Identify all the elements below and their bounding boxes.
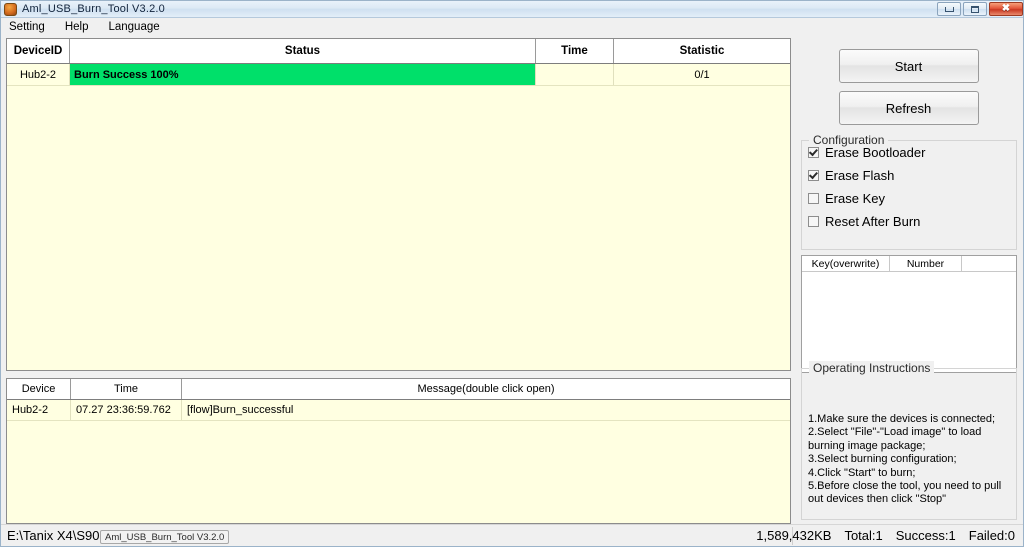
message-table-empty-area [7,421,790,523]
label-reset-after-burn: Reset After Burn [825,214,921,229]
table-row[interactable]: Hub2-2 07.27 23:36:59.762 [flow]Burn_suc… [7,400,790,421]
status-success: Success:1 [895,528,956,543]
label-erase-flash: Erase Flash [825,168,895,183]
application-window: Aml_USB_Burn_Tool V3.2.0 ✖ Setting Help … [0,0,1024,547]
column-header-status[interactable]: Status [70,39,536,63]
refresh-button[interactable]: Refresh [838,91,979,125]
table-row[interactable]: Hub2-2 Burn Success 100% 0/1 [7,64,790,86]
operating-instructions-title: Operating Instructions [809,361,935,375]
checkbox-row-reset-after-burn[interactable]: Reset After Burn [808,210,1016,233]
device-table-header: DeviceID Status Time Statistic [7,39,790,64]
key-table[interactable]: Key(overwrite) Number [801,255,1017,373]
app-icon [4,2,17,16]
cell-device-id: Hub2-2 [7,64,70,85]
operating-instructions-body: 1.Make sure the devices is connected; 2.… [808,413,1002,506]
message-table-header: Device Time Message(double click open) [7,379,790,400]
right-panel: Start Refresh Configuration Erase Bootlo… [796,38,1021,524]
device-table-empty-area [7,86,790,370]
status-image-size: 1,589,432KB [756,528,832,543]
title-bar: Aml_USB_Burn_Tool V3.2.0 ✖ [1,1,1023,18]
column-header-blank[interactable] [962,256,1016,271]
window-title: Aml_USB_Burn_Tool V3.2.0 [22,3,165,15]
status-failed: Failed:0 [968,528,1015,543]
key-table-header: Key(overwrite) Number [802,256,1016,272]
column-header-statistic[interactable]: Statistic [614,39,790,63]
label-erase-key: Erase Key [825,191,885,206]
column-header-key[interactable]: Key(overwrite) [802,256,890,271]
checkbox-reset-after-burn[interactable] [808,216,819,227]
cell-log-time: 07.27 23:36:59.762 [71,400,182,420]
cell-statistic: 0/1 [694,68,710,81]
cell-status-progress: Burn Success 100% [70,64,536,85]
configuration-group: Configuration Erase Bootloader Erase Fla… [801,133,1017,250]
checkbox-erase-bootloader[interactable] [808,147,819,158]
column-header-number[interactable]: Number [890,256,962,271]
column-header-log-time[interactable]: Time [71,379,182,399]
checkbox-erase-flash[interactable] [808,170,819,181]
maximize-button[interactable] [963,2,987,16]
configuration-title: Configuration [809,133,889,147]
label-erase-bootloader: Erase Bootloader [825,145,926,160]
menu-item-help[interactable]: Help [63,20,98,34]
cell-log-message: [flow]Burn_successful [187,404,294,416]
taskbar-tooltip: Aml_USB_Burn_Tool V3.2.0 [100,530,230,544]
progress-label: Burn Success 100% [74,68,179,81]
checkbox-erase-key[interactable] [808,193,819,204]
close-button[interactable]: ✖ [989,2,1023,16]
column-header-device[interactable]: Device [7,379,71,399]
minimize-button[interactable] [937,2,961,16]
cell-log-device: Hub2-2 [7,400,71,420]
close-icon: ✖ [1001,3,1011,14]
start-button[interactable]: Start [838,49,979,83]
column-header-message[interactable]: Message(double click open) [182,379,790,399]
minimize-icon [944,6,954,12]
menu-bar: Setting Help Language [1,18,1023,35]
checkbox-row-erase-flash[interactable]: Erase Flash [808,164,1016,187]
status-counters: 1,589,432KB Total:1 Success:1 Failed:0 [756,528,1015,543]
menu-item-language[interactable]: Language [106,20,168,34]
operating-instructions-group: Operating Instructions 1.Make sure the d… [801,361,1017,520]
column-header-deviceid[interactable]: DeviceID [7,39,70,63]
maximize-icon [971,5,979,13]
window-controls: ✖ [937,2,1023,16]
checkbox-row-erase-key[interactable]: Erase Key [808,187,1016,210]
column-header-time[interactable]: Time [536,39,614,63]
menu-item-setting[interactable]: Setting [7,20,54,34]
device-table[interactable]: DeviceID Status Time Statistic Hub2-2 Bu… [6,38,791,371]
message-table[interactable]: Device Time Message(double click open) H… [6,378,791,524]
cell-time [536,64,614,85]
status-total: Total:1 [844,528,883,543]
